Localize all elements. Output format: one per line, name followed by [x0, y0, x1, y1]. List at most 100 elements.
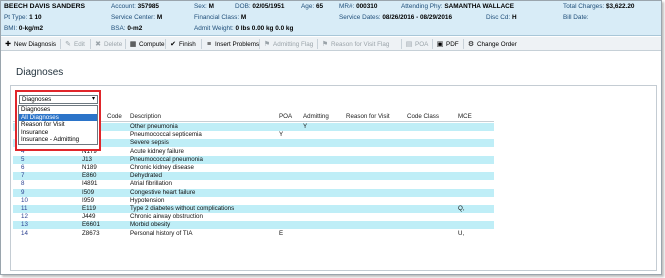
filter-option-insurance[interactable]: Insurance	[19, 129, 97, 137]
toolbar-button-new-diagnosis[interactable]: ✚ New Diagnosis	[4, 38, 56, 50]
diagnosis-code: I959	[82, 196, 95, 204]
chevron-down-icon[interactable]: ▾	[92, 96, 95, 103]
age: Age: 65	[301, 3, 323, 10]
diagnosis-description: Dehydrated	[130, 172, 162, 180]
diagnosis-code: J13	[82, 155, 92, 163]
diagnosis-filter-select[interactable]: Diagnoses ▾	[19, 95, 98, 104]
toolbar-button-label: PDF	[446, 40, 459, 48]
service-dates: Service Dates: 08/26/2016 - 08/29/2016	[339, 14, 452, 21]
table-row[interactable]: 5 J13 Pneumococcal pneumonia	[13, 155, 494, 164]
toolbar-separator	[317, 39, 318, 49]
mr-label: MR#:	[339, 3, 355, 10]
row-number: 13	[21, 221, 28, 229]
service-center-value: M	[156, 14, 163, 21]
toolbar-separator	[432, 39, 433, 49]
disc-cd-value: H	[511, 14, 517, 21]
diagnosis-description: Hypotension	[130, 196, 165, 204]
bmi-label: BMI:	[4, 25, 18, 32]
age-label: Age:	[301, 3, 315, 10]
row-number: 14	[21, 229, 28, 237]
table-row[interactable]: 13 E6601 Morbid obesity	[13, 221, 494, 230]
diagnosis-code: E119	[82, 205, 96, 212]
mce-value: Q,	[458, 205, 465, 212]
financial-class-label: Financial Class:	[194, 14, 240, 21]
toolbar-button-compute[interactable]: ▦ Compute	[129, 38, 165, 50]
column-header[interactable]: Reason for Visit	[346, 113, 390, 120]
service-dates-value: 08/26/2016 - 08/29/2016	[382, 14, 452, 21]
row-number: 6	[21, 164, 25, 171]
toolbar-button-finish[interactable]: ✔ Finish	[169, 38, 196, 50]
flag-icon: ⚑	[321, 40, 329, 48]
toolbar-button-pdf[interactable]: ▣ PDF	[436, 38, 459, 50]
diagnosis-description: Morbid obesity	[130, 221, 171, 229]
patient-banner: BEECH DAVIS SANDERS Pt Type: 1 10 BMI: 0…	[1, 1, 661, 36]
diagnosis-description: Other pneumonia	[130, 123, 178, 130]
bmi: BMI: 0-kg/m2	[4, 25, 43, 32]
total-charges: Total Charges: $3,622.20	[563, 3, 634, 10]
table-row[interactable]: 12 J449 Chronic airway obstruction	[13, 213, 494, 221]
toolbar-button-reason-for-visit-flag[interactable]: ⚑ Reason for Visit Flag	[321, 38, 389, 50]
delete-icon: ✖	[95, 40, 101, 48]
dob: DOB: 02/05/1951	[235, 3, 284, 10]
total-charges-value: $3,622.20	[606, 3, 635, 10]
table-row[interactable]: 11 E119 Type 2 diabetes without complicati…	[13, 205, 494, 213]
table-row[interactable]: 14 Z8673 Personal history of TIA E U,	[13, 230, 494, 238]
toolbar-button-insert-problems[interactable]: ≡ Insert Problems	[205, 38, 259, 50]
edit-icon: ✎	[65, 40, 71, 48]
table-row[interactable]: 6 N189 Chronic kidney disease	[13, 164, 494, 172]
column-header[interactable]: Admitting	[303, 113, 329, 120]
poa-value: Y	[279, 131, 284, 139]
diagnosis-description: Severe sepsis	[130, 139, 169, 147]
diagnosis-filter-dropdown[interactable]: Diagnoses ▾ Diagnoses All Diagnoses Reason…	[15, 90, 101, 151]
filter-option-reason-for-visit[interactable]: Reason for Visit	[19, 121, 97, 129]
toolbar-button-poa[interactable]: ▤ POA	[405, 38, 429, 50]
total-charges-label: Total Charges:	[563, 3, 605, 10]
toolbar-button-admitting-flag[interactable]: ⚑ Admitting Flag	[263, 38, 313, 50]
table-row[interactable]: 10 I959 Hypotension	[13, 197, 494, 205]
pt-type: Pt Type: 1 10	[4, 14, 42, 21]
disc-cd-label: Disc Cd:	[486, 14, 511, 21]
toolbar-button-delete[interactable]: ✖ Delete	[94, 38, 122, 50]
diagnosis-description: Acute kidney failure	[130, 147, 184, 155]
column-header[interactable]: Code Class	[407, 113, 439, 120]
diagnosis-description: Chronic airway obstruction	[130, 213, 203, 221]
toolbar-button-change-order[interactable]: ⚙ Change Order	[467, 38, 517, 50]
age-value: 65	[315, 3, 324, 10]
admit-weight-label: Admit Weight:	[194, 25, 234, 32]
diagnosis-description: Pneumococcal pneumonia	[130, 155, 203, 163]
toolbar-button-label: Reason for Visit Flag	[331, 40, 390, 48]
column-header[interactable]: Code	[107, 113, 122, 120]
diagnosis-filter-options: Diagnoses All Diagnoses Reason for Visit In…	[18, 105, 98, 145]
column-header[interactable]: Description	[130, 113, 161, 120]
filter-option-diagnoses[interactable]: Diagnoses	[19, 106, 97, 114]
dob-value: 02/05/1951	[252, 3, 285, 10]
diagnosis-description: Personal history of TIA	[130, 229, 193, 237]
sex-value: M	[208, 3, 214, 10]
column-header[interactable]: MCE	[458, 113, 472, 120]
poa-icon: ▤	[405, 40, 413, 48]
row-number: 12	[21, 213, 28, 221]
toolbar-separator	[259, 39, 260, 49]
filter-option-insurance-admitting[interactable]: Insurance - Admitting	[19, 136, 97, 144]
pdf-icon: ▣	[436, 40, 444, 48]
column-header[interactable]: POA	[279, 113, 292, 120]
filter-option-all-diagnoses[interactable]: All Diagnoses	[19, 113, 97, 122]
table-row[interactable]: 8 I4891 Atrial fibrillation	[13, 180, 494, 188]
diagnosis-description: Chronic kidney disease	[130, 164, 194, 171]
new-icon: ✚	[5, 40, 11, 48]
poa-value: E	[279, 229, 284, 237]
row-number: 9	[21, 188, 25, 196]
sex: Sex: M	[194, 3, 214, 10]
admitting-value: Y	[303, 123, 308, 130]
table-row[interactable]: 9 I509 Congestive heart failure	[13, 188, 494, 197]
toolbar-button-edit[interactable]: ✎ Edit	[64, 38, 85, 50]
compute-icon: ▦	[129, 40, 137, 48]
change-order-icon: ⚙	[467, 40, 475, 48]
toolbar-separator	[463, 39, 464, 49]
diagnosis-code: N189	[82, 164, 97, 171]
row-number: 8	[21, 180, 25, 188]
table-row[interactable]: 7 E860 Dehydrated	[13, 172, 494, 181]
mce-value: U,	[458, 229, 465, 237]
toolbar-button-label: Delete	[104, 40, 123, 48]
service-dates-label: Service Dates:	[339, 14, 381, 21]
